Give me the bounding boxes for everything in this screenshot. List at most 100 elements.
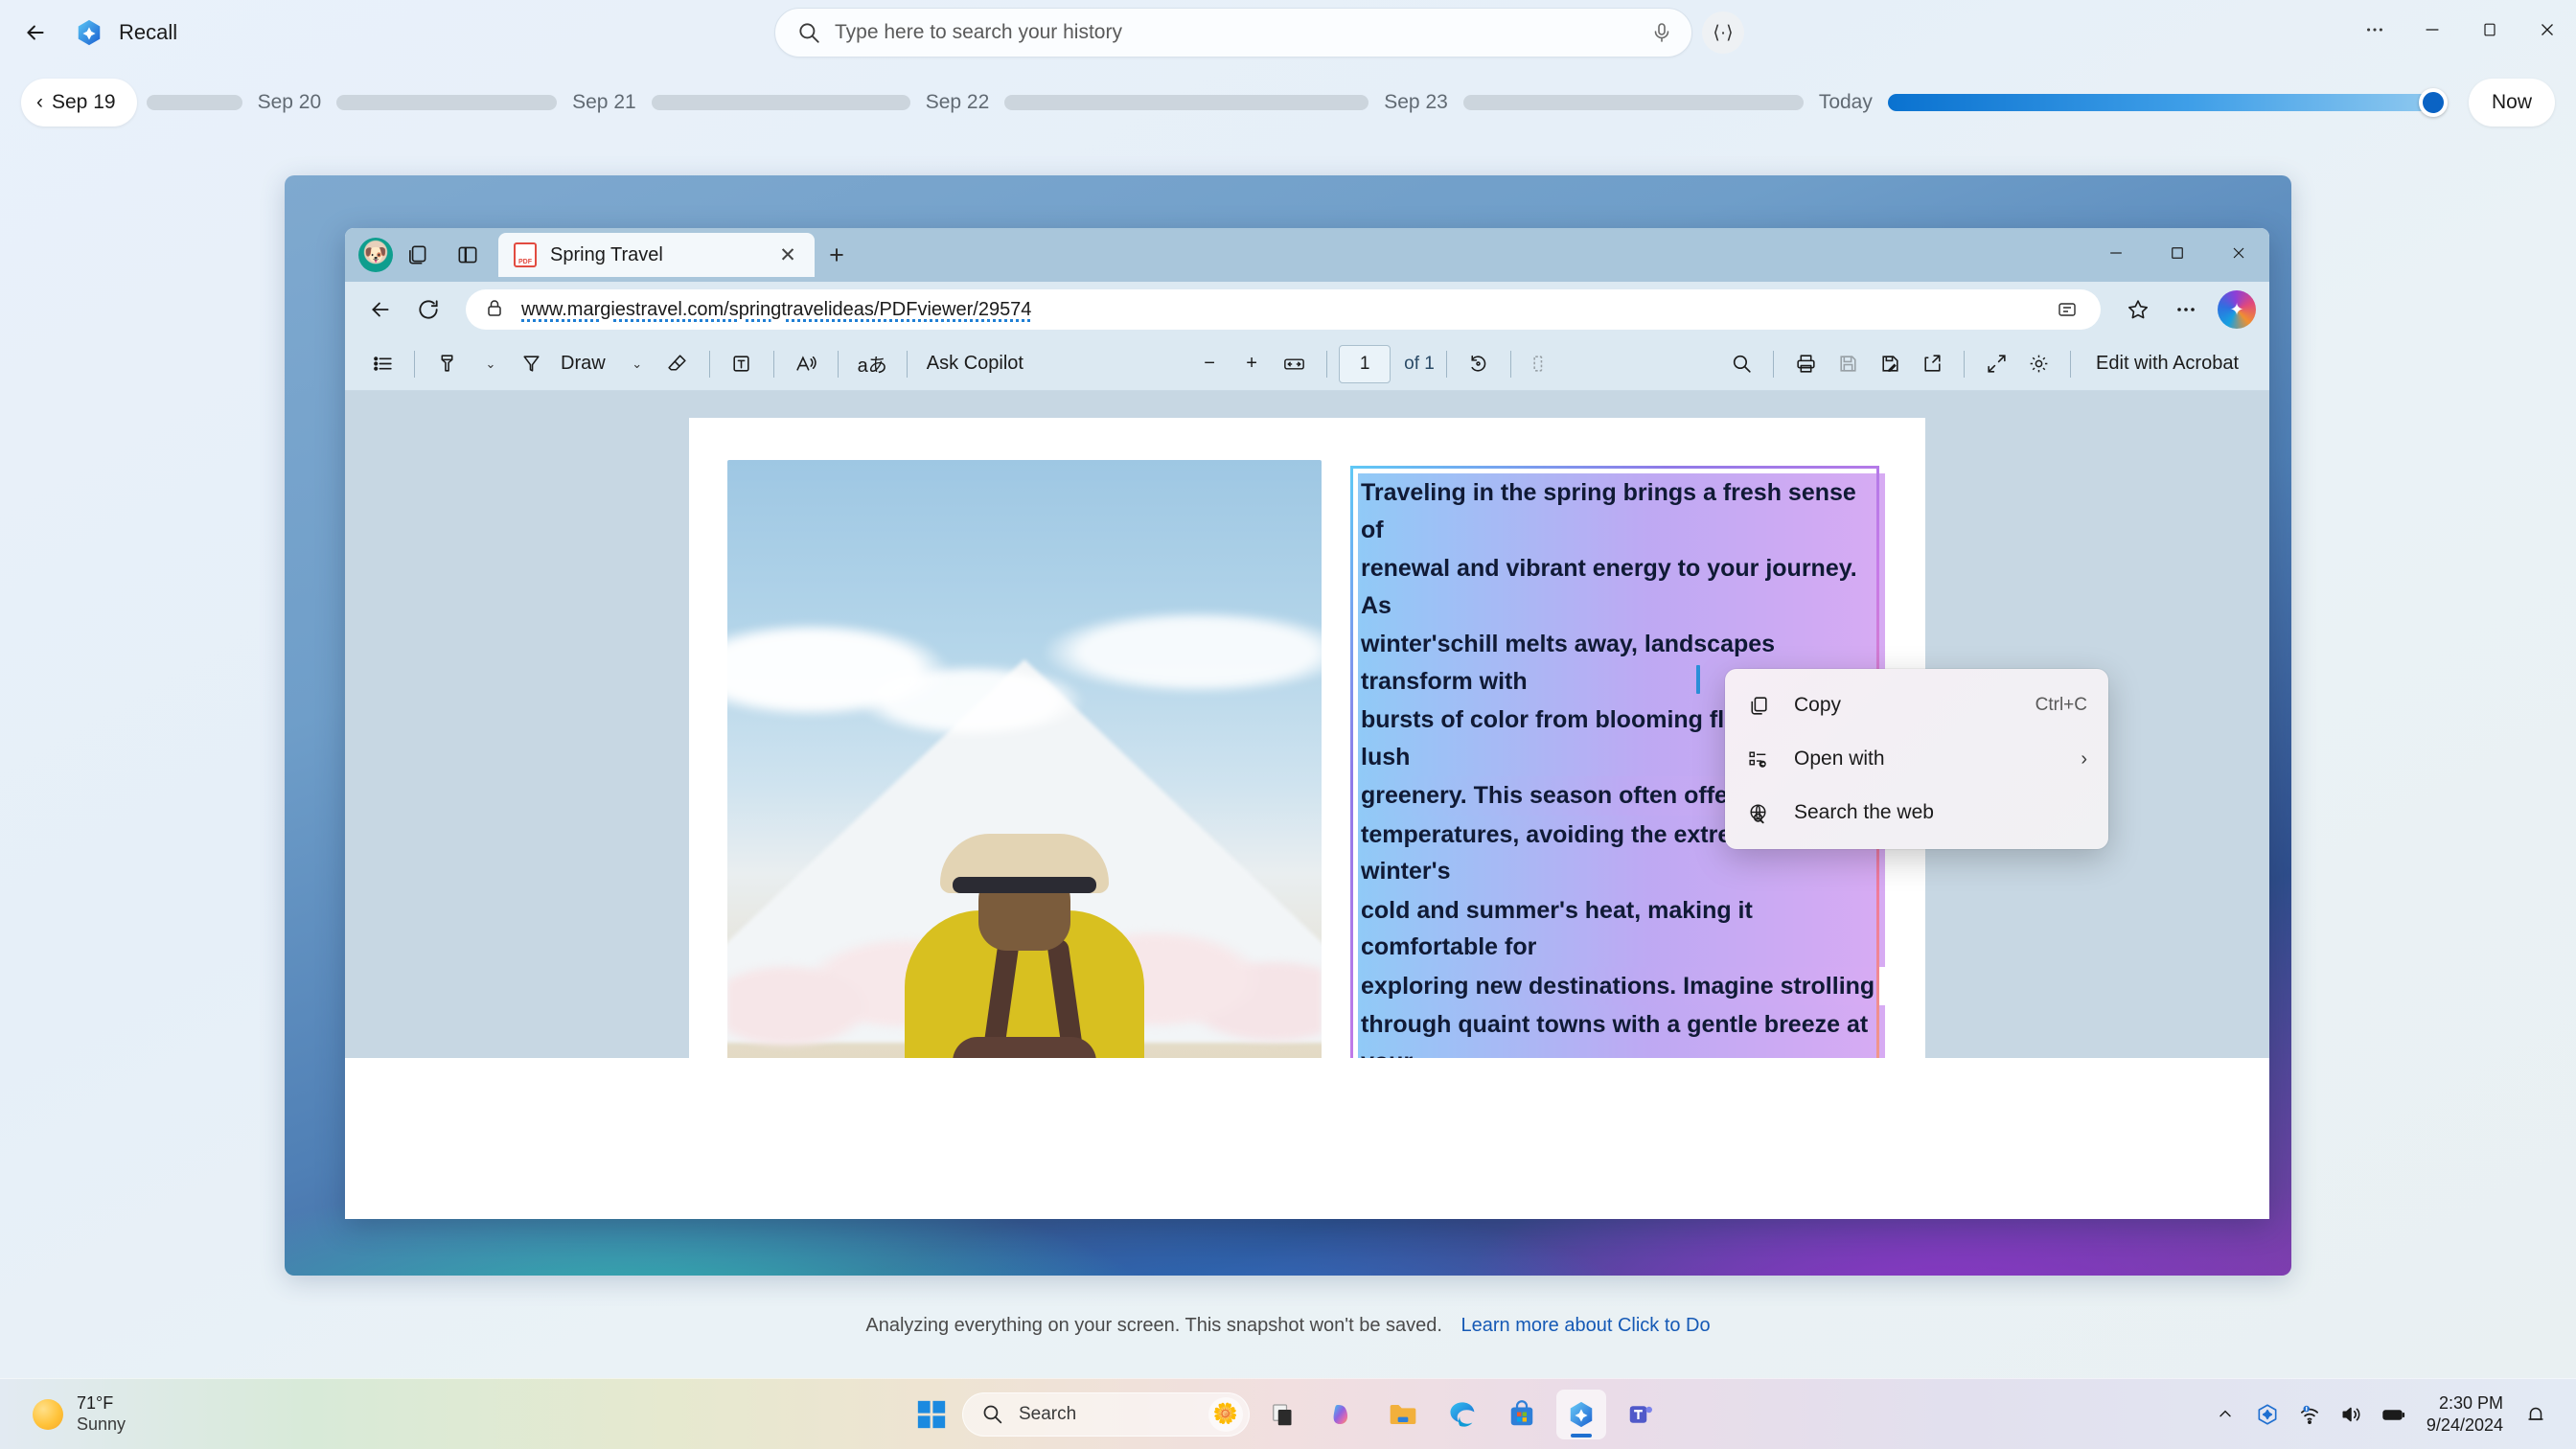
search-input[interactable]	[835, 21, 1645, 44]
timeline-segment[interactable]	[146, 95, 242, 110]
share-icon[interactable]	[1912, 344, 1952, 384]
fullscreen-icon[interactable]	[1976, 344, 2016, 384]
find-in-document-icon[interactable]	[1721, 344, 1761, 384]
timeline-current-day-chip[interactable]: ‹ Sep 19	[21, 79, 137, 126]
timeline-knob[interactable]	[2418, 88, 2448, 117]
learn-more-link[interactable]: Learn more about Click to Do	[1461, 1315, 1711, 1336]
zoom-out-button[interactable]: −	[1189, 344, 1230, 384]
close-icon[interactable]: ✕	[772, 240, 803, 270]
back-icon[interactable]	[358, 288, 402, 332]
edit-with-acrobat-button[interactable]: Edit with Acrobat	[2082, 353, 2252, 375]
edge-minimize-button[interactable]	[2085, 228, 2147, 278]
bell-icon[interactable]	[2517, 1395, 2555, 1434]
timeline-scrubber[interactable]: ‹ Sep 19 Sep 20 Sep 21 Sep 22 Sep 23 Tod…	[0, 75, 2576, 130]
page-total-label: of 1	[1404, 353, 1435, 374]
weather-temperature: 71°F	[77, 1392, 114, 1413]
taskbar-app-file-explorer[interactable]	[1378, 1390, 1428, 1439]
table-of-contents-icon[interactable]	[362, 344, 402, 384]
star-icon[interactable]	[2116, 288, 2160, 332]
wifi-icon[interactable]	[2290, 1395, 2329, 1434]
copy-icon	[1746, 694, 1779, 718]
taskbar-search-label: Search	[1019, 1403, 1077, 1424]
refresh-icon[interactable]	[406, 288, 450, 332]
maximize-button[interactable]	[2461, 7, 2518, 53]
battery-icon[interactable]	[2375, 1395, 2413, 1434]
eraser-icon[interactable]	[657, 344, 698, 384]
paragraph-line: exploring new destinations. Imagine stro…	[1358, 966, 1878, 1005]
timeline-chip-label: Sep 19	[52, 91, 116, 113]
timeline-segment[interactable]	[336, 95, 558, 110]
taskbar-app-task-view[interactable]	[1259, 1390, 1309, 1439]
read-aloud-icon[interactable]	[786, 344, 826, 384]
context-menu-shortcut: Ctrl+C	[2035, 695, 2087, 715]
add-text-icon[interactable]	[722, 344, 762, 384]
browser-tab-title: Spring Travel	[550, 243, 663, 265]
address-bar[interactable]: www.margiestravel.com/springtravelideas/…	[466, 289, 2101, 330]
draw-dropdown-icon[interactable]: ⌄	[615, 344, 656, 384]
ask-copilot-button[interactable]: Ask Copilot	[919, 344, 1031, 384]
copilot-tray-icon[interactable]	[2248, 1395, 2287, 1434]
edge-close-button[interactable]	[2208, 228, 2269, 278]
context-menu-item-copy[interactable]: Copy Ctrl+C	[1725, 678, 2108, 732]
draw-button[interactable]: Draw	[553, 344, 613, 384]
highlighter-dropdown-icon[interactable]: ⌄	[469, 344, 509, 384]
taskbar-weather-widget[interactable]: 71°F Sunny	[33, 1393, 126, 1436]
context-menu-item-search-the-web[interactable]: Search the web	[1725, 786, 2108, 840]
save-as-icon[interactable]	[1870, 344, 1910, 384]
gear-icon[interactable]	[2018, 344, 2058, 384]
address-bar-url: www.margiestravel.com/springtravelideas/…	[521, 298, 1032, 320]
timeline-segment[interactable]	[1004, 95, 1369, 110]
zoom-in-button[interactable]: +	[1231, 344, 1272, 384]
lotus-flower-icon[interactable]: 🌼	[1208, 1396, 1243, 1432]
browser-tab-spring-travel[interactable]: PDF Spring Travel ✕	[498, 233, 815, 277]
now-button[interactable]: Now	[2468, 79, 2555, 126]
page-number-input[interactable]: 1	[1339, 344, 1392, 383]
draw-tool-icon[interactable]	[511, 344, 551, 384]
volume-icon[interactable]	[2333, 1395, 2371, 1434]
highlighter-icon[interactable]	[426, 344, 467, 384]
taskbar-app-microsoft-edge[interactable]	[1438, 1390, 1487, 1439]
context-menu-label: Copy	[1794, 694, 1842, 716]
timeline-segment[interactable]	[651, 95, 910, 110]
translate-icon[interactable]: aあ	[850, 344, 895, 384]
windows-start-icon[interactable]	[910, 1393, 953, 1436]
edge-titlebar: 🐶 PDF Spring Travel ✕ +	[345, 228, 2269, 282]
minimize-button[interactable]	[2404, 7, 2461, 53]
fit-to-width-icon[interactable]	[1274, 344, 1315, 384]
taskbar-system-tray: 2:30 PM 9/24/2024	[2206, 1392, 2576, 1436]
ellipsis-icon[interactable]	[2164, 288, 2208, 332]
voice-access-icon[interactable]: ⟨·⟩	[1702, 12, 1744, 54]
search-box[interactable]	[774, 8, 1692, 58]
immersive-reader-icon[interactable]	[2045, 288, 2089, 332]
divider	[1326, 350, 1328, 378]
back-arrow-icon[interactable]	[13, 11, 58, 55]
taskbar-clock[interactable]: 2:30 PM 9/24/2024	[2417, 1392, 2513, 1436]
globe-search-icon	[1746, 801, 1779, 825]
timeline-active-track[interactable]	[1887, 88, 2448, 117]
microphone-icon[interactable]	[1645, 16, 1678, 49]
taskbar-app-copilot[interactable]	[1319, 1390, 1368, 1439]
taskbar-app-microsoft-teams[interactable]	[1616, 1390, 1666, 1439]
chevron-up-icon[interactable]	[2206, 1395, 2244, 1434]
timeline-segment[interactable]	[1462, 95, 1804, 110]
divider	[2070, 350, 2072, 378]
now-button-label: Now	[2491, 91, 2532, 113]
context-menu[interactable]: Copy Ctrl+C Open with › Search the web	[1725, 669, 2108, 849]
split-screen-icon[interactable]	[443, 233, 493, 277]
new-tab-button[interactable]: +	[815, 233, 859, 277]
taskbar-app-microsoft-store[interactable]	[1497, 1390, 1547, 1439]
context-menu-item-open-with[interactable]: Open with ›	[1725, 732, 2108, 786]
print-icon[interactable]	[1785, 344, 1826, 384]
tab-collections-icon[interactable]	[393, 233, 443, 277]
more-options-icon[interactable]	[2346, 7, 2404, 53]
taskbar-search-box[interactable]: Search 🌼	[962, 1392, 1250, 1437]
status-text: Analyzing everything on your screen. Thi…	[865, 1315, 1442, 1336]
avatar[interactable]: 🐶	[358, 238, 393, 272]
taskbar-app-recall[interactable]	[1556, 1389, 1606, 1439]
text-cursor	[1696, 665, 1700, 694]
rotate-icon[interactable]	[1459, 344, 1499, 384]
chevron-down-icon: ⌄	[632, 356, 643, 371]
edge-maximize-button[interactable]	[2147, 228, 2208, 278]
copilot-icon[interactable]: ✦	[2218, 290, 2256, 329]
close-button[interactable]	[2518, 7, 2576, 53]
